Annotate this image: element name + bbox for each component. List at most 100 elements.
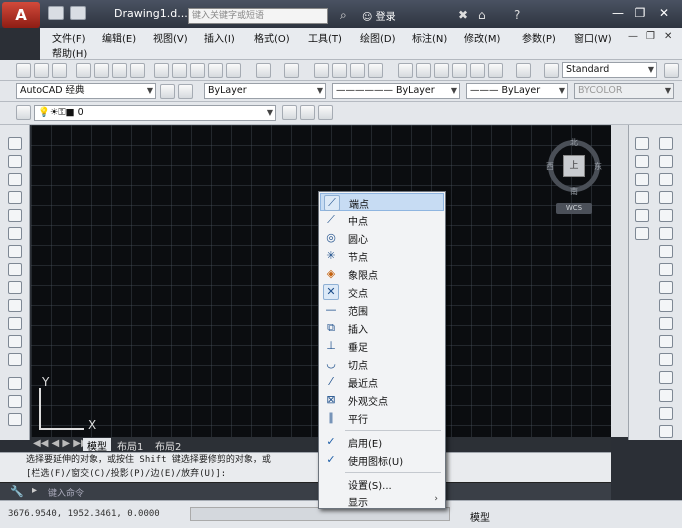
help-icon[interactable]: ?: [514, 8, 520, 22]
redo-icon[interactable]: [284, 63, 299, 78]
polygon-icon[interactable]: [8, 191, 22, 204]
viewcube[interactable]: 上: [563, 155, 585, 177]
menu-draw[interactable]: 绘图(D): [360, 30, 396, 45]
publish-icon[interactable]: [112, 63, 127, 78]
menu-item-display[interactable]: 显示 ›: [320, 492, 444, 510]
ellipse-arc-icon[interactable]: [8, 317, 22, 330]
binoculars-icon[interactable]: ⌕: [340, 8, 347, 23]
doc-close-button[interactable]: ✕: [664, 31, 672, 42]
menu-item-center[interactable]: ◎ 圆心: [320, 229, 444, 247]
zoom-realtime-icon[interactable]: [332, 63, 347, 78]
new-icon[interactable]: [48, 6, 64, 20]
command-input[interactable]: 键入命令: [48, 486, 84, 499]
help-tool-icon[interactable]: [516, 63, 531, 78]
menu-item-intersection[interactable]: ✕ 交点: [320, 283, 444, 301]
undo-icon[interactable]: [256, 63, 271, 78]
array-icon[interactable]: [659, 209, 673, 222]
sheet-set-icon[interactable]: [452, 63, 467, 78]
view-bottom-icon[interactable]: [635, 191, 649, 204]
dim-style-icon[interactable]: [664, 63, 679, 78]
zoom-previous-icon[interactable]: [368, 63, 383, 78]
3d-dwf-icon[interactable]: [130, 63, 145, 78]
maximize-button[interactable]: ❐: [630, 6, 650, 22]
region-icon[interactable]: [8, 413, 22, 426]
layer-select[interactable]: 💡☀⚿■ 0 ▼: [34, 105, 276, 121]
view-front-icon[interactable]: [635, 209, 649, 222]
layer-icon[interactable]: [178, 84, 193, 99]
match-properties-icon[interactable]: [208, 63, 223, 78]
menu-insert[interactable]: 插入(I): [204, 30, 235, 45]
rotate-icon[interactable]: [659, 245, 673, 258]
menu-file[interactable]: 文件(F): [52, 30, 86, 45]
make-block-icon[interactable]: [8, 353, 22, 366]
explode-icon[interactable]: [659, 425, 673, 438]
line-icon[interactable]: [8, 137, 22, 150]
layer-state-icon[interactable]: [318, 105, 333, 120]
fillet-icon[interactable]: [659, 407, 673, 420]
named-views-icon[interactable]: [635, 137, 649, 150]
menu-item-apparent-intersection[interactable]: ⊠ 外观交点: [320, 391, 444, 409]
chamfer-icon[interactable]: [659, 389, 673, 402]
workspace-select[interactable]: AutoCAD 经典 ▼: [16, 83, 156, 99]
quickcalc-icon[interactable]: [488, 63, 503, 78]
search-input[interactable]: 键入关键字或短语: [188, 8, 328, 24]
save-icon[interactable]: [52, 63, 67, 78]
markup-icon[interactable]: [470, 63, 485, 78]
view-back-icon[interactable]: [635, 227, 649, 240]
menu-item-parallel[interactable]: ∥ 平行: [320, 409, 444, 427]
application-menu-button[interactable]: A: [2, 2, 40, 28]
connect-icon[interactable]: ⌂: [478, 8, 486, 22]
menu-edit[interactable]: 编辑(E): [102, 30, 136, 45]
spline-icon[interactable]: [8, 281, 22, 294]
menu-item-node[interactable]: ✳ 节点: [320, 247, 444, 265]
circle-icon[interactable]: [8, 245, 22, 258]
print-preview-icon[interactable]: [94, 63, 109, 78]
menu-item-nearest[interactable]: ⁄ 最近点: [320, 373, 444, 391]
properties-icon[interactable]: [398, 63, 413, 78]
break-icon[interactable]: [659, 353, 673, 366]
close-button[interactable]: ✕: [654, 6, 674, 22]
polyline-icon[interactable]: [8, 173, 22, 186]
ellipse-icon[interactable]: [8, 299, 22, 312]
menu-item-tangent[interactable]: ◡ 切点: [320, 355, 444, 373]
join-icon[interactable]: [659, 371, 673, 384]
rectangle-icon[interactable]: [8, 209, 22, 222]
cut-icon[interactable]: [154, 63, 169, 78]
extend-icon[interactable]: [659, 317, 673, 330]
menu-help[interactable]: 帮助(H): [52, 45, 87, 60]
tab-layout1[interactable]: 布局1: [117, 438, 143, 453]
menu-parametric[interactable]: 参数(P): [522, 30, 556, 45]
menu-item-quadrant[interactable]: ◈ 象限点: [320, 265, 444, 283]
view-top-icon[interactable]: [635, 173, 649, 186]
hatch-icon[interactable]: [8, 395, 22, 408]
new-file-icon[interactable]: [16, 63, 31, 78]
offset-icon[interactable]: [659, 191, 673, 204]
stretch-icon[interactable]: [659, 281, 673, 294]
login-link[interactable]: ☺ 登录: [362, 8, 396, 23]
linetype-select[interactable]: —————— ByLayer ▼: [332, 83, 460, 99]
menu-view[interactable]: 视图(V): [153, 30, 188, 45]
menu-tools[interactable]: 工具(T): [308, 30, 342, 45]
view-icon[interactable]: [635, 155, 649, 168]
move-icon[interactable]: [659, 227, 673, 240]
zoom-window-icon[interactable]: [350, 63, 365, 78]
text-style-icon[interactable]: [544, 63, 559, 78]
copy-object-icon[interactable]: [659, 155, 673, 168]
tab-layout2[interactable]: 布局2: [155, 438, 181, 453]
construction-line-icon[interactable]: [8, 155, 22, 168]
layer-previous-icon[interactable]: [300, 105, 315, 120]
text-style-select[interactable]: Standard ▼: [562, 62, 657, 78]
workspace-settings-icon[interactable]: [160, 84, 175, 99]
menu-item-insert[interactable]: ⧉ 插入: [320, 319, 444, 337]
menu-window[interactable]: 窗口(W): [574, 30, 612, 45]
tool-palettes-icon[interactable]: [434, 63, 449, 78]
erase-icon[interactable]: [659, 137, 673, 150]
scale-icon[interactable]: [659, 263, 673, 276]
menu-item-perpendicular[interactable]: ⊥ 垂足: [320, 337, 444, 355]
layer-properties-icon[interactable]: [16, 105, 31, 120]
vertical-scrollbar[interactable]: [611, 125, 628, 437]
point-icon[interactable]: [8, 377, 22, 390]
paste-icon[interactable]: [190, 63, 205, 78]
menu-item-use-icons[interactable]: ✓ 使用图标(U): [320, 451, 444, 469]
block-editor-icon[interactable]: [226, 63, 241, 78]
